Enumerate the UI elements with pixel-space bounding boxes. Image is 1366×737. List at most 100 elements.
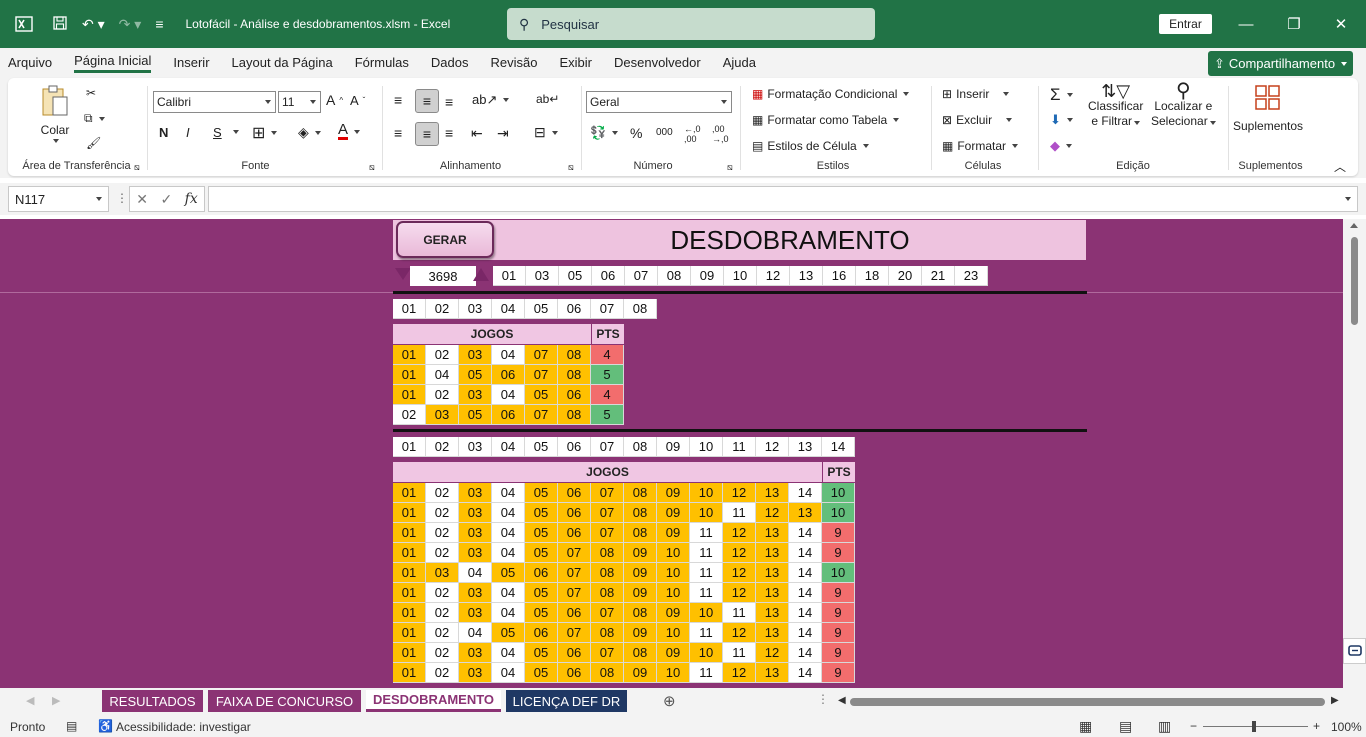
game-cell[interactable]: 09 xyxy=(624,563,657,583)
game-cell[interactable]: 05 xyxy=(525,483,558,503)
number-cell[interactable]: 02 xyxy=(426,299,459,319)
game-cell[interactable]: 03 xyxy=(459,663,492,683)
tab-revisao[interactable]: Revisão xyxy=(491,55,538,72)
game-cell[interactable]: 04 xyxy=(492,643,525,663)
collapse-ribbon-icon[interactable]: ︿ xyxy=(1334,158,1346,175)
increase-decimal-icon[interactable]: ←,0,00 xyxy=(684,124,701,144)
game-cell[interactable]: 03 xyxy=(426,563,459,583)
game-cell[interactable]: 04 xyxy=(492,583,525,603)
game-cell[interactable]: 09 xyxy=(657,503,690,523)
game-cell[interactable]: 04 xyxy=(492,345,525,365)
game-cell[interactable]: 09 xyxy=(657,603,690,623)
increase-indent-icon[interactable]: ⇥ xyxy=(497,125,509,142)
find-select-button[interactable]: ⚲ Localizar e Selecionar xyxy=(1151,81,1216,129)
game-cell[interactable]: 02 xyxy=(426,643,459,663)
font-name-combo[interactable]: Calibri xyxy=(153,91,276,113)
number-cell[interactable]: 18 xyxy=(856,266,889,286)
game-cell[interactable]: 09 xyxy=(657,643,690,663)
page-layout-icon[interactable]: ▤ xyxy=(1119,718,1132,735)
game-cell[interactable]: 03 xyxy=(459,643,492,663)
tab-ajuda[interactable]: Ajuda xyxy=(723,55,756,72)
fill-color-icon[interactable]: ◈ xyxy=(298,124,321,141)
game-cell[interactable]: 10 xyxy=(657,583,690,603)
game-cell[interactable]: 12 xyxy=(723,623,756,643)
game-cell[interactable]: 01 xyxy=(393,663,426,683)
number-cell[interactable]: 05 xyxy=(525,437,558,457)
game-cell[interactable]: 14 xyxy=(789,483,822,503)
more-icon[interactable]: ⋮ xyxy=(116,191,128,205)
number-cell[interactable]: 08 xyxy=(624,437,657,457)
game-cell[interactable]: 01 xyxy=(393,543,426,563)
page-break-icon[interactable]: ▥ xyxy=(1158,718,1171,735)
game-cell[interactable]: 13 xyxy=(756,563,789,583)
sheet-tab-resultados[interactable]: RESULTADOS xyxy=(102,690,203,712)
game-cell[interactable]: 13 xyxy=(756,483,789,503)
wrap-text-icon[interactable]: ab↵ xyxy=(536,92,559,106)
more-icon[interactable]: ⋮ xyxy=(817,692,829,706)
game-cell[interactable]: 12 xyxy=(756,643,789,663)
game-cell[interactable]: 04 xyxy=(492,385,525,405)
number-cell[interactable]: 10 xyxy=(690,437,723,457)
pts-cell[interactable]: 10 xyxy=(822,563,855,583)
game-cell[interactable]: 05 xyxy=(459,405,492,425)
name-box[interactable]: N117 xyxy=(8,186,109,212)
copy-icon[interactable]: ⧉ xyxy=(84,111,105,126)
game-cell[interactable]: 03 xyxy=(459,603,492,623)
game-cell[interactable]: 08 xyxy=(591,543,624,563)
sort-filter-button[interactable]: ⇅▽ Classificar e Filtrar xyxy=(1088,82,1143,129)
insert-cells-button[interactable]: ⊞ Inserir xyxy=(942,87,1010,101)
game-cell[interactable]: 05 xyxy=(525,663,558,683)
game-cell[interactable]: 08 xyxy=(558,365,591,385)
horizontal-scroll-thumb[interactable] xyxy=(850,698,1325,706)
number-cell[interactable]: 13 xyxy=(790,266,823,286)
zoom-out-icon[interactable]: − xyxy=(1190,719,1197,733)
game-cell[interactable]: 01 xyxy=(393,503,426,523)
game-cell[interactable]: 06 xyxy=(558,385,591,405)
cut-icon[interactable]: ✂ xyxy=(86,86,96,100)
number-cell[interactable]: 07 xyxy=(625,266,658,286)
delete-cells-button[interactable]: ⊠ Excluir xyxy=(942,113,1013,127)
game-cell[interactable]: 02 xyxy=(426,503,459,523)
game-cell[interactable]: 05 xyxy=(525,385,558,405)
game-cell[interactable]: 11 xyxy=(690,623,723,643)
accessibility-icon[interactable]: ♿ xyxy=(98,719,113,733)
tab-layout[interactable]: Layout da Página xyxy=(232,55,333,72)
font-size-combo[interactable]: 11 xyxy=(278,91,321,113)
number-cell[interactable]: 08 xyxy=(658,266,691,286)
tab-scroll-left-icon[interactable]: ◀ xyxy=(26,694,34,707)
hscroll-right-icon[interactable]: ▶ xyxy=(1331,695,1339,706)
game-cell[interactable]: 12 xyxy=(723,663,756,683)
game-cell[interactable]: 11 xyxy=(690,563,723,583)
game-cell[interactable]: 01 xyxy=(393,603,426,623)
game-cell[interactable]: 13 xyxy=(756,543,789,563)
game-cell[interactable]: 05 xyxy=(525,603,558,623)
game-cell[interactable]: 01 xyxy=(393,563,426,583)
game-cell[interactable]: 01 xyxy=(393,483,426,503)
tab-inserir[interactable]: Inserir xyxy=(173,55,209,72)
game-cell[interactable]: 02 xyxy=(426,385,459,405)
game-cell[interactable]: 06 xyxy=(492,405,525,425)
game-cell[interactable]: 13 xyxy=(756,603,789,623)
customize-qat-icon[interactable]: ≡ xyxy=(155,16,163,32)
increase-font-icon[interactable]: A ^ xyxy=(326,92,343,108)
game-cell[interactable]: 01 xyxy=(393,345,426,365)
number-cell[interactable]: 06 xyxy=(558,299,591,319)
game-cell[interactable]: 02 xyxy=(393,405,426,425)
zoom-level[interactable]: 100% xyxy=(1331,720,1362,734)
game-cell[interactable]: 10 xyxy=(690,503,723,523)
game-cell[interactable]: 06 xyxy=(558,603,591,623)
game-cell[interactable]: 14 xyxy=(789,523,822,543)
accessibility-status[interactable]: Acessibilidade: investigar xyxy=(116,720,251,734)
game-cell[interactable]: 08 xyxy=(591,663,624,683)
game-cell[interactable]: 07 xyxy=(525,365,558,385)
undo-icon[interactable]: ↶ ▾ xyxy=(82,16,105,33)
cell-styles-button[interactable]: ▤ Estilos de Célula xyxy=(752,139,869,153)
tab-arquivo[interactable]: Arquivo xyxy=(8,55,52,72)
tab-exibir[interactable]: Exibir xyxy=(559,55,592,72)
game-cell[interactable]: 05 xyxy=(492,563,525,583)
game-cell[interactable]: 14 xyxy=(789,623,822,643)
game-cell[interactable]: 06 xyxy=(558,643,591,663)
dialog-launcher-icon[interactable]: ⧅ xyxy=(134,162,140,173)
pts-cell[interactable]: 10 xyxy=(822,483,855,503)
game-cell[interactable]: 07 xyxy=(591,603,624,623)
